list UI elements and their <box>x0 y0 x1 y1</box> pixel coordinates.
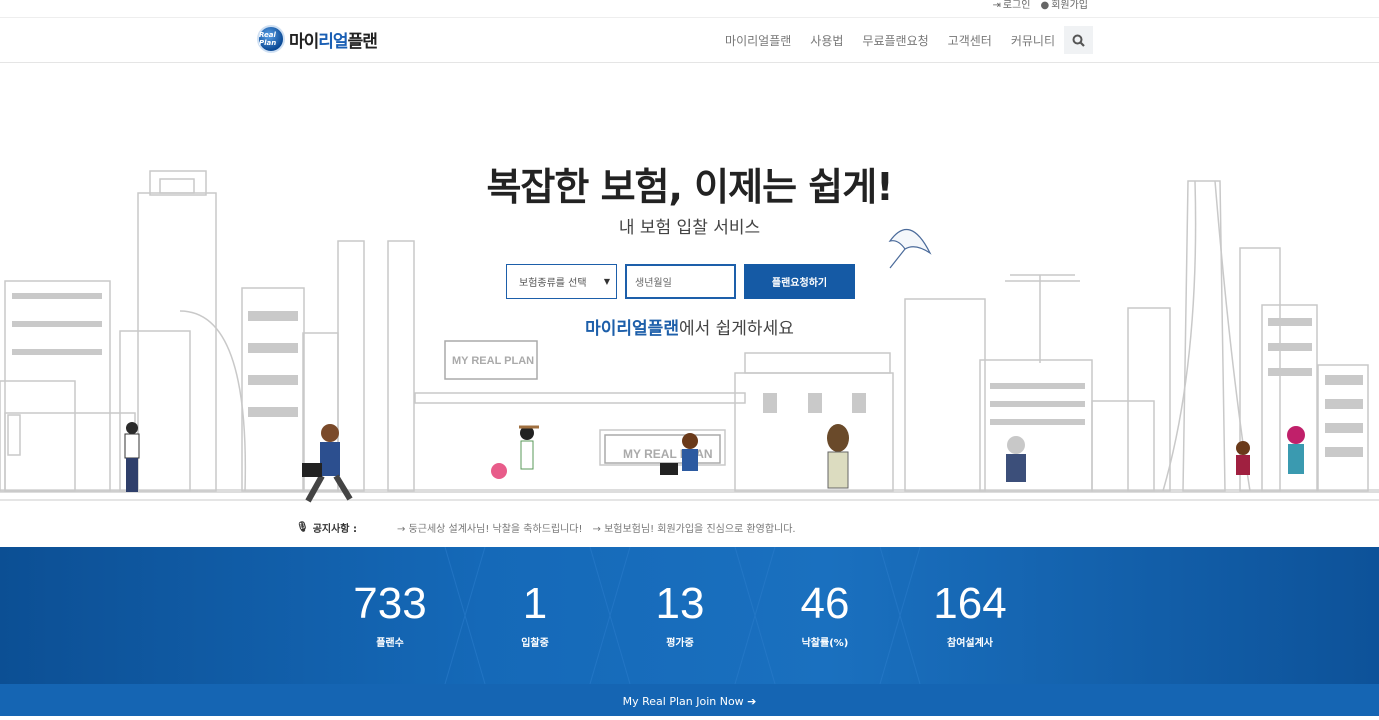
insurance-type-value: 보험종류를 선택 <box>519 278 587 289</box>
search-button[interactable] <box>1064 26 1093 54</box>
stat-win-rate-value: 46 <box>800 579 850 628</box>
stat-planners: 164 참여설계사 <box>900 579 1040 650</box>
sign-my-real-plan-1: MY REAL PLAN <box>452 355 534 367</box>
notice-bar: 🎙 공지사항 : → 둥근세상 설계사님! 낙찰을 축하드립니다! → 보험보험… <box>0 517 1379 541</box>
util-links: ⇥ 로그인 ● 회원가입 <box>992 0 1088 12</box>
stat-plans-value: 733 <box>353 579 427 628</box>
logo-text: 마이리얼플랜 <box>289 31 378 52</box>
signup-label: 회원가입 <box>1051 0 1088 11</box>
stat-plans: 733 플랜수 <box>320 579 460 650</box>
plan-request-form: 보험종류를 선택 ▼ 생년월일 플랜요청하기 <box>506 264 855 299</box>
notice-item[interactable]: → 보험보험님! 회원가입을 진심으로 환영합니다. <box>593 520 796 535</box>
nav-howto[interactable]: 사용법 <box>810 32 843 49</box>
hero-title: 복잡한 보험, 이제는 쉽게! <box>486 165 893 209</box>
notice-label: 🎙 공지사항 : <box>296 522 357 535</box>
hero-tagline: 마이리얼플랜에서 쉽게하세요 <box>585 319 794 339</box>
stat-bidding-label: 입찰중 <box>521 638 549 649</box>
stat-plans-label: 플랜수 <box>376 638 404 649</box>
insurance-type-select[interactable]: 보험종류를 선택 ▼ <box>506 264 617 299</box>
hero-section: MY REAL PLAN MY REAL PLAN 복잡한 보험, 이제는 쉽게… <box>0 63 1379 508</box>
join-now-button[interactable]: My Real Plan Join Now ➔ <box>0 684 1379 716</box>
stat-evaluating: 13 평가중 <box>610 579 750 650</box>
stat-bidding: 1 입찰중 <box>465 579 605 650</box>
stats-section: 733 플랜수 1 입찰중 13 평가중 46 낙찰률(%) 164 참여설계사 <box>0 547 1379 684</box>
logo-mark: Real Plan <box>257 25 285 53</box>
search-icon <box>1072 34 1085 47</box>
login-label: 로그인 <box>1002 0 1031 11</box>
notice-item[interactable]: → 둥근세상 설계사님! 낙찰을 축하드립니다! <box>397 520 583 535</box>
hero-subtitle: 내 보험 입찰 서비스 <box>618 218 761 238</box>
dropdown-arrow-icon: ▼ <box>603 277 610 286</box>
stat-win-rate: 46 낙찰률(%) <box>755 579 895 650</box>
stat-planners-value: 164 <box>933 579 1007 628</box>
sign-my-real-plan-2: MY REAL PLAN <box>623 447 713 461</box>
stat-planners-label: 참여설계사 <box>947 638 993 649</box>
nav-free-request[interactable]: 무료플랜요청 <box>862 32 928 49</box>
notice-list: → 둥근세상 설계사님! 낙찰을 축하드립니다! → 보험보험님! 회원가입을 … <box>397 520 796 535</box>
utility-bar: ⇥ 로그인 ● 회원가입 <box>0 0 1379 18</box>
header: Real Plan 마이리얼플랜 마이리얼플랜 사용법 무료플랜요청 고객센터 … <box>0 18 1379 63</box>
login-link[interactable]: ⇥ 로그인 <box>992 0 1030 12</box>
user-icon: ● <box>1040 0 1050 11</box>
microphone-icon: 🎙 <box>296 522 309 533</box>
nav-myrealplan[interactable]: 마이리얼플랜 <box>725 32 791 49</box>
main-nav: 마이리얼플랜 사용법 무료플랜요청 고객센터 커뮤니티 <box>725 26 1093 54</box>
login-icon: ⇥ <box>992 0 1001 11</box>
stat-win-rate-label: 낙찰률(%) <box>801 638 849 649</box>
birthdate-input[interactable]: 생년월일 <box>625 264 736 299</box>
stat-evaluating-label: 평가중 <box>666 638 694 649</box>
nav-community[interactable]: 커뮤니티 <box>1011 32 1055 49</box>
logo[interactable]: Real Plan 마이리얼플랜 <box>257 25 378 53</box>
nav-customer-center[interactable]: 고객센터 <box>948 32 992 49</box>
signup-link[interactable]: ● 회원가입 <box>1040 0 1088 12</box>
stat-bidding-value: 1 <box>522 579 548 628</box>
stat-evaluating-value: 13 <box>655 579 705 628</box>
plan-request-button[interactable]: 플랜요청하기 <box>744 264 855 299</box>
